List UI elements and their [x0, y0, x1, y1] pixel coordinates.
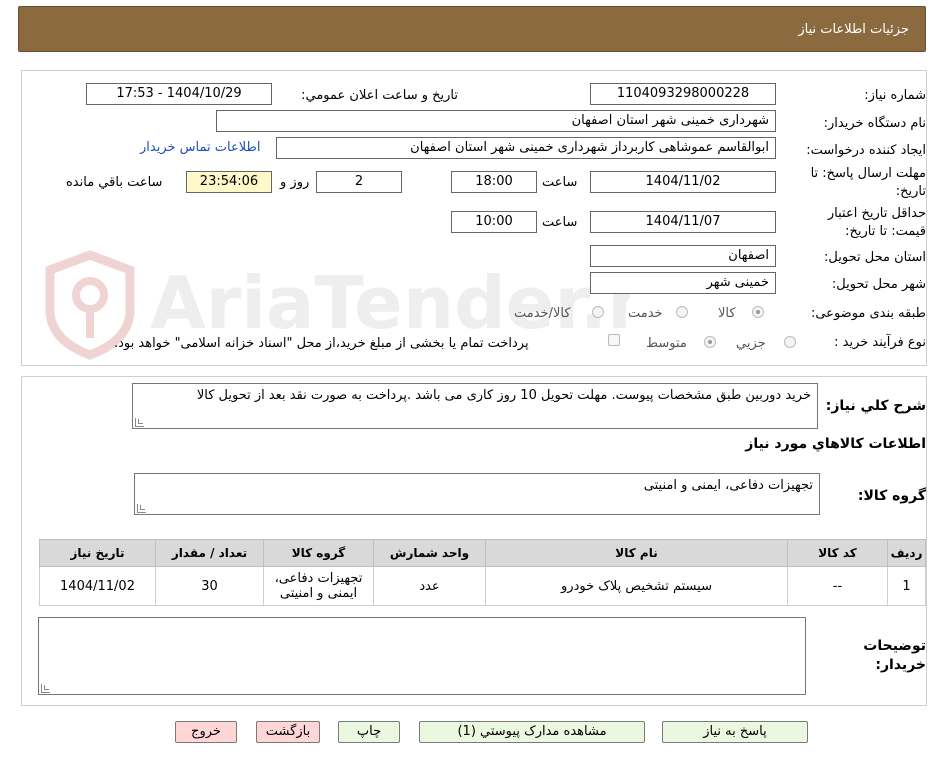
col-item-group: گروه کالا [263, 539, 374, 567]
col-need-date: تاريخ نياز [39, 539, 156, 567]
deadline-time-field: 18:00 [451, 171, 537, 193]
back-button[interactable]: بازگشت [256, 721, 320, 743]
city-field: خمینی شهر [590, 272, 776, 294]
goods-table-header: رديف کد کالا نام کالا واحد شمارش گروه کا… [39, 539, 926, 567]
view-attachments-button[interactable]: مشاهده مدارک پيوستي (1) [419, 721, 645, 743]
table-row: 1 -- سیستم تشخیص پلاک خودرو عدد تجهیزات … [39, 566, 926, 606]
days-field: 2 [316, 171, 402, 193]
deadline-time-label: ساعت [542, 175, 578, 190]
category-goods-radio[interactable] [752, 306, 764, 318]
validity-label-line2: قيمت: تا تاريخ: [845, 224, 926, 239]
col-item-name: نام کالا [485, 539, 788, 567]
process-medium-label: متوسط [646, 336, 687, 351]
cell-quantity: 30 [155, 566, 264, 606]
deadline-date-field: 1404/11/02 [590, 171, 776, 193]
buyer-label: نام دستگاه خريدار: [823, 116, 926, 131]
print-button[interactable]: چاپ [338, 721, 400, 743]
process-label: نوع فرآيند خريد : [834, 335, 926, 350]
category-label: طبقه بندی موضوعی: [810, 306, 926, 321]
announce-label: تاریخ و ساعت اعلان عمومي: [301, 88, 458, 103]
resize-handle-icon[interactable] [137, 504, 146, 513]
need-number-label: شماره نیاز: [864, 88, 926, 103]
treasury-payment-checkbox[interactable] [608, 334, 620, 346]
col-row-number: رديف [887, 539, 926, 567]
goods-table: رديف کد کالا نام کالا واحد شمارش گروه کا… [39, 539, 926, 606]
need-number-field: 1104093298000228 [590, 83, 776, 105]
province-field: اصفهان [590, 245, 776, 267]
province-label: استان محل تحويل: [824, 250, 926, 265]
cell-item-code: -- [787, 566, 888, 606]
cell-need-date: 1404/11/02 [39, 566, 156, 606]
resize-handle-icon[interactable] [41, 684, 50, 693]
col-item-code: کد کالا [787, 539, 888, 567]
goods-group-text: تجهیزات دفاعی، ایمنی و امنیتی [643, 478, 813, 493]
validity-date-field: 1404/11/07 [590, 211, 776, 233]
deadline-label-line2: تاريخ: [895, 184, 926, 199]
cell-item-group: تجهیزات دفاعی، ایمنی و امنیتی [263, 566, 374, 606]
cell-unit: عدد [373, 566, 486, 606]
process-medium-radio[interactable] [704, 336, 716, 348]
category-service-radio[interactable] [676, 306, 688, 318]
buyer-contact-link[interactable]: اطلاعات تماس خريدار [140, 140, 260, 155]
validity-label-line1: حداقل تاريخ اعتبار [827, 206, 926, 221]
validity-time-field: 10:00 [451, 211, 537, 233]
days-label: روز و [280, 175, 310, 190]
process-minor-radio[interactable] [784, 336, 796, 348]
exit-button[interactable]: خروج [175, 721, 237, 743]
announce-field: 1404/10/29 - 17:53 [86, 83, 272, 105]
page-header: جزئیات اطلاعات نیاز [18, 6, 926, 52]
goods-section-title: اطلاعات کالاهاي مورد نياز [745, 436, 926, 452]
payment-note: پرداخت تمام يا بخشی از مبلغ خريد،از محل … [114, 336, 529, 351]
process-minor-label: جزيي [736, 336, 766, 351]
description-label: شرح کلي نياز: [825, 398, 926, 414]
description-text: خرید دوربین طبق مشخصات پیوست. مهلت تحویل… [196, 388, 811, 403]
col-unit: واحد شمارش [373, 539, 486, 567]
category-service-label: خدمت [628, 306, 663, 321]
notes-label-line1: توضيحات [863, 638, 926, 654]
cell-item-name: سیستم تشخیص پلاک خودرو [485, 566, 788, 606]
reply-button[interactable]: پاسخ به نياز [662, 721, 808, 743]
remaining-time-field: 23:54:06 [186, 171, 272, 193]
category-both-label: کالا/خدمت [514, 306, 571, 321]
category-goods-label: کالا [718, 306, 736, 321]
col-quantity: تعداد / مقدار [155, 539, 264, 567]
description-textarea[interactable]: خرید دوربین طبق مشخصات پیوست. مهلت تحویل… [132, 383, 818, 429]
remaining-label: ساعت باقي مانده [66, 175, 163, 190]
cell-row-number: 1 [887, 566, 926, 606]
goods-group-label: گروه کالا: [857, 488, 926, 504]
creator-label: ايجاد کننده درخواست: [806, 143, 926, 158]
goods-group-textarea[interactable]: تجهیزات دفاعی، ایمنی و امنیتی [134, 473, 820, 515]
city-label: شهر محل تحويل: [831, 277, 926, 292]
buyer-field: شهرداری خمینی شهر استان اصفهان [216, 110, 776, 132]
page-title: جزئیات اطلاعات نیاز [798, 22, 909, 37]
category-both-radio[interactable] [592, 306, 604, 318]
validity-time-label: ساعت [542, 215, 578, 230]
creator-field: ابوالقاسم عموشاهی کاربرداز شهرداری خمینی… [276, 137, 776, 159]
deadline-label-line1: مهلت ارسال پاسخ: تا [810, 166, 926, 181]
resize-handle-icon[interactable] [135, 418, 144, 427]
notes-label-line2: خريدار: [875, 657, 926, 673]
buyer-notes-textarea[interactable] [38, 617, 806, 695]
